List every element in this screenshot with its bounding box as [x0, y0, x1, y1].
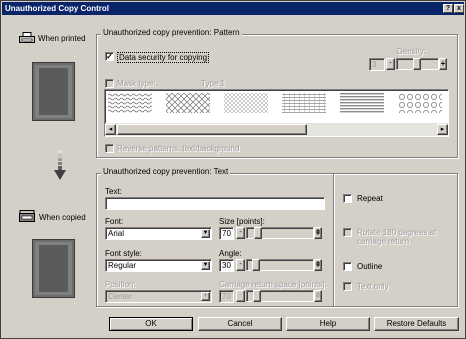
reverse-patterns-label: Reverse patterns: text/background	[117, 144, 240, 153]
scroll-thumb[interactable]	[117, 124, 307, 135]
dialog-window: Unauthorized Copy Control ? x When print…	[0, 0, 466, 339]
pattern-thumbnail[interactable]	[224, 93, 268, 113]
density-slider-thumb[interactable]	[413, 58, 421, 70]
text-field-label: Text:	[105, 187, 122, 196]
help-button[interactable]: Help	[286, 317, 370, 331]
font-select[interactable]: Arial ▼	[105, 227, 212, 240]
position-label: Position:	[105, 280, 136, 289]
size-increase-button[interactable]: ǂ	[314, 227, 322, 239]
when-printed-label: When printed	[38, 34, 86, 43]
carriage-slider-thumb[interactable]	[253, 290, 261, 302]
rotate-checkbox[interactable]	[343, 228, 352, 237]
carriage-return-value[interactable]: 70	[219, 290, 234, 303]
mask-type-checkbox[interactable]	[105, 79, 114, 88]
repeat-checkbox[interactable]	[343, 194, 352, 203]
pattern-thumbnail[interactable]	[108, 93, 152, 113]
size-slider-thumb[interactable]	[254, 227, 262, 239]
carriage-increase-button[interactable]: ǂ	[314, 290, 322, 302]
cancel-button[interactable]: Cancel	[198, 317, 282, 331]
text-only-checkbox[interactable]	[343, 282, 352, 291]
angle-label: Angle:	[219, 249, 242, 258]
pattern-thumbnail[interactable]	[340, 93, 384, 113]
carriage-return-label: Carriage return space [points]:	[219, 280, 327, 289]
size-label: Size [points]:	[219, 217, 265, 226]
density-increase-button[interactable]: +	[439, 58, 447, 70]
carriage-decrease-button[interactable]: -	[236, 290, 245, 302]
chevron-down-icon[interactable]: ▼	[201, 229, 210, 238]
font-style-value: Regular	[108, 261, 137, 270]
angle-value[interactable]: 30	[219, 259, 234, 272]
down-arrow-icon	[54, 150, 66, 180]
outline-label: Outline	[357, 262, 383, 271]
angle-decrease-button[interactable]: -	[236, 259, 245, 271]
when-copied-label: When copied	[39, 213, 86, 222]
text-group-title: Unauthorized copy prevention: Text	[101, 167, 231, 176]
pattern-scrollbar[interactable]: ◂ ▸	[105, 123, 448, 136]
pattern-thumbnail[interactable]	[398, 93, 442, 113]
angle-slider-thumb[interactable]	[252, 259, 260, 271]
help-title-button[interactable]: ?	[443, 4, 453, 13]
position-value: Center	[108, 292, 133, 301]
font-label: Font:	[105, 217, 124, 226]
position-select[interactable]: Center ▼	[105, 290, 212, 303]
window-title: Unauthorized Copy Control	[5, 4, 109, 13]
data-security-checkbox[interactable]: ✓	[105, 52, 114, 61]
ok-button[interactable]: OK	[109, 317, 193, 331]
density-label: Density:	[397, 47, 426, 56]
reverse-patterns-checkbox[interactable]	[105, 144, 114, 153]
title-bar: Unauthorized Copy Control ? x	[2, 2, 464, 15]
repeat-label: Repeat	[357, 194, 383, 203]
mask-type-label: Mask type:	[117, 79, 156, 88]
copied-preview	[32, 239, 75, 298]
font-style-label: Font style:	[105, 249, 142, 258]
printer-icon	[19, 32, 35, 43]
scroll-right-button[interactable]: ▸	[437, 124, 448, 135]
size-value[interactable]: 70	[219, 227, 234, 240]
chevron-down-icon[interactable]: ▼	[201, 261, 210, 270]
density-value[interactable]: 3	[369, 58, 385, 71]
printed-preview	[32, 62, 75, 121]
size-decrease-button[interactable]: -	[236, 227, 245, 239]
font-select-value: Arial	[108, 229, 125, 238]
outline-checkbox[interactable]	[343, 262, 352, 271]
data-security-label: Data security for copying	[117, 52, 210, 63]
pattern-list[interactable]: ◂ ▸	[104, 89, 449, 137]
restore-defaults-button[interactable]: Restore Defaults	[374, 317, 459, 331]
mask-type-value: Type 1	[201, 79, 226, 88]
density-decrease-button[interactable]: -	[386, 58, 395, 70]
chevron-down-icon[interactable]: ▼	[201, 292, 210, 301]
text-group-divider	[333, 174, 334, 306]
copier-icon	[19, 210, 35, 222]
pattern-thumbnail[interactable]	[166, 93, 210, 113]
text-input[interactable]	[105, 197, 325, 210]
rotate-label: Rotate 180 degrees at carriage return	[357, 228, 437, 246]
text-only-label: Text only	[357, 282, 389, 291]
scroll-left-button[interactable]: ◂	[105, 124, 116, 135]
angle-increase-button[interactable]: ǂ	[314, 259, 322, 271]
pattern-group-title: Unauthorized copy prevention: Pattern	[101, 28, 242, 37]
font-style-select[interactable]: Regular ▼	[105, 259, 212, 272]
close-button[interactable]: x	[454, 4, 464, 13]
pattern-thumbnail[interactable]	[282, 93, 326, 113]
